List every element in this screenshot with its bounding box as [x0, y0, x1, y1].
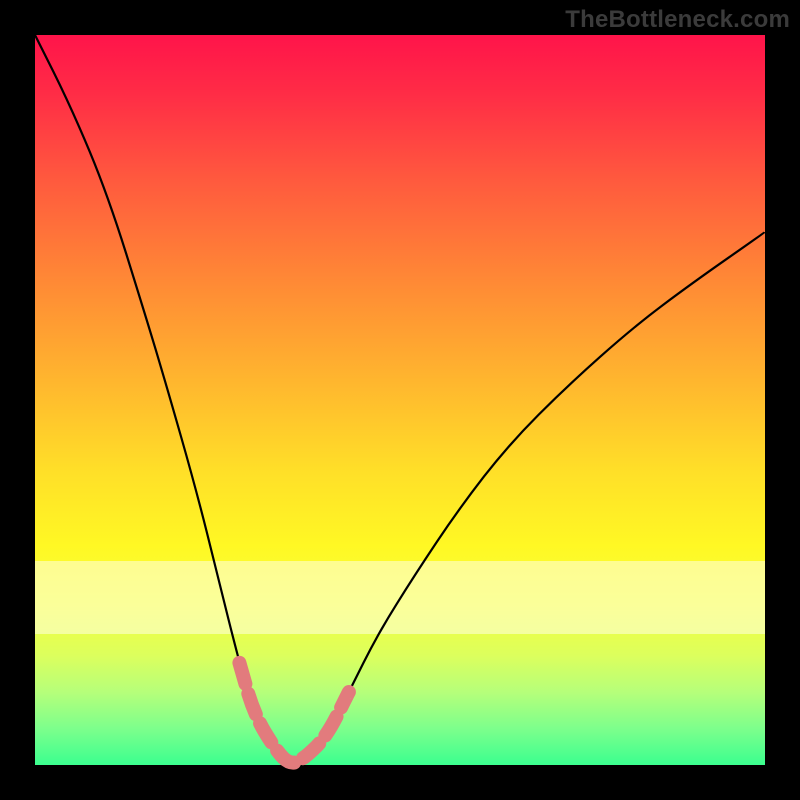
bottleneck-curve-main [35, 35, 765, 763]
chart-frame: TheBottleneck.com [0, 0, 800, 800]
bottleneck-curve-accent [239, 663, 349, 763]
plot-area [35, 35, 765, 765]
watermark-text: TheBottleneck.com [565, 6, 790, 34]
curve-layer [35, 35, 765, 765]
